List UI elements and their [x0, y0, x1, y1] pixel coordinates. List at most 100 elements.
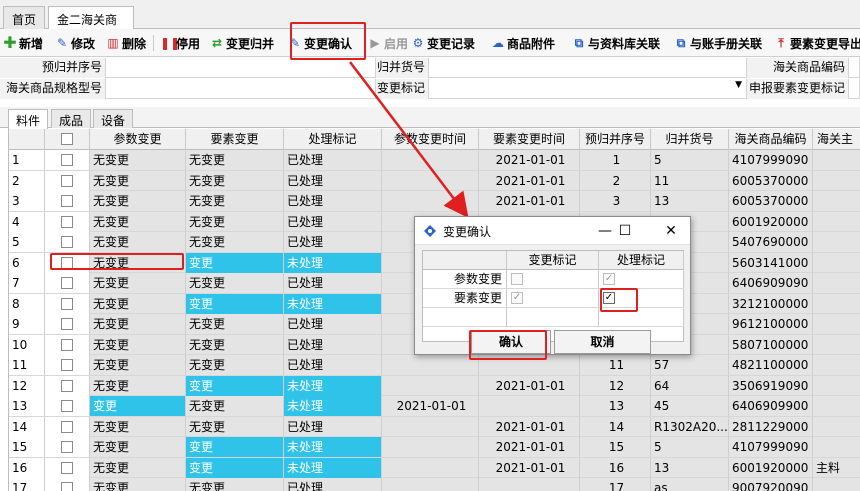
cell-handle-flag[interactable]: 未处理 [284, 396, 382, 416]
row-checkbox[interactable] [61, 461, 73, 474]
table-row[interactable]: 1 无变更 无变更 已处理 2021-01-01 1 5 4107999090 [9, 150, 860, 171]
cell-param-change[interactable]: 变更 [90, 396, 186, 416]
select-all-checkbox[interactable] [61, 133, 73, 145]
table-row[interactable]: 3 无变更 无变更 已处理 2021-01-01 3 13 6005370000 [9, 191, 860, 212]
add-button[interactable]: ✚ 新增 [3, 33, 43, 53]
header-customs-code[interactable]: 海关商品编码 [729, 129, 813, 150]
cell-customs-main[interactable] [813, 273, 860, 293]
cell-element-change[interactable]: 变更 [186, 437, 284, 457]
cell-customs-code[interactable]: 6406909090 [729, 273, 813, 293]
cell-element-change-time[interactable] [479, 396, 580, 416]
cell-handle-flag[interactable]: 已处理 [284, 232, 382, 252]
cell-element-change[interactable]: 变更 [186, 375, 284, 396]
change-log-button[interactable]: ⚙ 变更记录 [411, 33, 475, 53]
cell-element-change-time[interactable]: 2021-01-01 [479, 416, 580, 437]
param-handle-checkbox[interactable]: ✓ [603, 273, 615, 285]
tab-products[interactable]: 成品 [51, 109, 92, 128]
cell-param-change[interactable]: 无变更 [90, 457, 186, 478]
cell-param-change[interactable]: 无变更 [90, 375, 186, 396]
row-checkbox[interactable] [61, 420, 73, 433]
cell-param-change[interactable]: 无变更 [90, 170, 186, 191]
cell-merged-item-no[interactable]: 5 [651, 150, 729, 170]
cell-merged-item-no[interactable]: as [651, 478, 729, 491]
cell-customs-main[interactable] [813, 376, 860, 396]
cell-handle-flag[interactable]: 已处理 [284, 478, 382, 491]
header-customs-main[interactable]: 海关主 [813, 129, 860, 150]
dialog-cancel-button[interactable]: 取消 [554, 330, 651, 354]
row-checkbox[interactable] [61, 154, 73, 166]
cell-pre-merge-no[interactable]: 3 [580, 191, 651, 211]
header-merged-item-no[interactable]: 归并货号 [651, 129, 729, 150]
declare-change-flag-select[interactable] [849, 79, 860, 99]
cell-param-change[interactable]: 无变更 [90, 191, 186, 211]
customs-code-input[interactable] [849, 58, 860, 78]
cell-element-change[interactable]: 无变更 [186, 334, 284, 355]
pre-merge-no-input[interactable] [106, 58, 376, 78]
row-checkbox[interactable] [61, 174, 73, 187]
cell-customs-code[interactable]: 6406909900 [729, 396, 813, 416]
cell-customs-code[interactable]: 4821100000 [729, 355, 813, 375]
row-checkbox[interactable] [61, 277, 73, 289]
cell-customs-main[interactable] [813, 171, 860, 191]
table-row[interactable]: 16 无变更 变更 未处理 2021-01-01 16 13 6001920000 主料 [9, 457, 860, 478]
cell-handle-flag[interactable]: 未处理 [284, 457, 382, 478]
cell-merged-item-no[interactable]: 45 [651, 396, 729, 416]
cell-customs-main[interactable] [813, 294, 860, 314]
cell-customs-code[interactable]: 4107999090 [729, 150, 813, 170]
cell-param-change-time[interactable] [382, 416, 479, 437]
merged-item-no-input[interactable] [429, 58, 747, 78]
enable-button[interactable]: ▶ 启用 [368, 33, 408, 53]
disable-button[interactable]: ❚❚ 停用 [160, 33, 200, 53]
cell-customs-main[interactable] [813, 212, 860, 232]
cell-merged-item-no[interactable]: 64 [651, 375, 729, 396]
cell-element-change[interactable]: 无变更 [186, 314, 284, 334]
cell-element-change-time[interactable]: 2021-01-01 [479, 150, 580, 170]
cell-customs-main[interactable] [813, 335, 860, 355]
cell-pre-merge-no[interactable]: 11 [580, 355, 651, 375]
cell-element-change[interactable]: 无变更 [186, 396, 284, 416]
cell-customs-code[interactable]: 3212100000 [729, 293, 813, 314]
cell-pre-merge-no[interactable]: 14 [580, 416, 651, 437]
cell-element-change[interactable]: 无变更 [186, 211, 284, 232]
cell-param-change[interactable]: 无变更 [90, 437, 186, 457]
cell-customs-code[interactable]: 6001920000 [729, 211, 813, 232]
cell-customs-main[interactable] [813, 355, 860, 375]
element-change-checkbox[interactable]: ✓ [511, 292, 523, 304]
cell-param-change-time[interactable] [382, 150, 479, 170]
table-row[interactable]: 15 无变更 变更 未处理 2021-01-01 15 5 4107999090 [9, 437, 860, 458]
cell-handle-flag[interactable]: 已处理 [284, 211, 382, 232]
cell-element-change[interactable]: 无变更 [186, 416, 284, 437]
cell-customs-code[interactable]: 3506919090 [729, 375, 813, 396]
row-checkbox[interactable] [61, 379, 73, 392]
header-param-change[interactable]: 参数变更 [90, 129, 186, 150]
cell-element-change[interactable]: 无变更 [186, 478, 284, 491]
element-handle-checkbox[interactable]: ✓ [603, 292, 615, 304]
merge-change-button[interactable]: ⇄ 变更归并 [210, 33, 274, 53]
maximize-icon[interactable]: ☐ [615, 221, 635, 241]
cell-param-change-time[interactable] [382, 375, 479, 396]
cell-element-change-time[interactable]: 2021-01-01 [479, 170, 580, 191]
row-checkbox[interactable] [61, 441, 73, 453]
cell-handle-flag[interactable]: 已处理 [284, 416, 382, 437]
cell-pre-merge-no[interactable]: 17 [580, 478, 651, 491]
row-checkbox[interactable] [61, 256, 73, 269]
cell-customs-code[interactable]: 9007920090 [729, 478, 813, 491]
cell-param-change-time[interactable] [382, 191, 479, 211]
row-checkbox[interactable] [61, 297, 73, 310]
table-row[interactable]: 11 无变更 无变更 已处理 11 57 4821100000 [9, 355, 860, 376]
spec-model-input[interactable] [106, 79, 376, 99]
table-row[interactable]: 12 无变更 变更 未处理 2021-01-01 12 64 3506919090 [9, 375, 860, 396]
cell-param-change[interactable]: 无变更 [90, 314, 186, 334]
cell-handle-flag[interactable]: 未处理 [284, 375, 382, 396]
param-change-checkbox[interactable] [511, 273, 523, 285]
cell-element-change[interactable]: 变更 [186, 252, 284, 273]
attachments-button[interactable]: ☁ 商品附件 [491, 33, 555, 53]
cell-element-change[interactable]: 无变更 [186, 191, 284, 211]
cell-customs-main[interactable]: 主料 [813, 458, 860, 478]
header-param-change-time[interactable]: 参数变更时间 [382, 129, 479, 150]
cell-merged-item-no[interactable]: 13 [651, 191, 729, 211]
cell-handle-flag[interactable]: 已处理 [284, 355, 382, 375]
cell-param-change[interactable]: 无变更 [90, 273, 186, 293]
cell-param-change-time[interactable] [382, 170, 479, 191]
cell-element-change[interactable]: 无变更 [186, 355, 284, 375]
